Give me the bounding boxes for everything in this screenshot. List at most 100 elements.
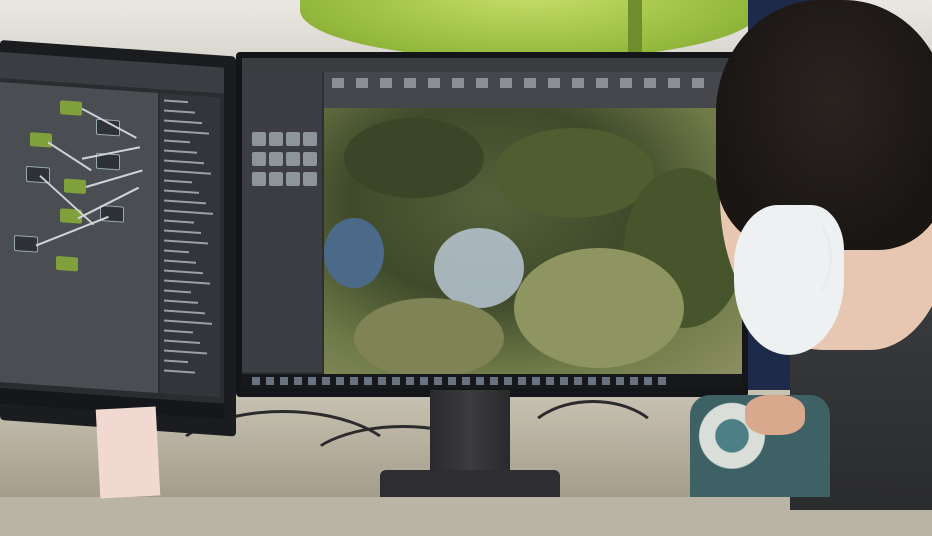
taskbar-icon — [448, 377, 456, 385]
taskbar-icon — [364, 377, 372, 385]
content-tile — [269, 172, 283, 186]
center-taskbar — [242, 374, 742, 388]
content-tile — [286, 172, 300, 186]
ground — [354, 298, 504, 378]
panel-row — [164, 119, 202, 125]
panel-row — [164, 129, 209, 135]
toolbar-icon — [524, 78, 536, 88]
panel-row — [164, 109, 195, 114]
foliage — [494, 128, 654, 218]
taskbar-icon — [420, 377, 428, 385]
toolbar-icon — [380, 78, 392, 88]
monitor-stand-base — [380, 470, 560, 497]
content-tile — [303, 152, 317, 166]
toolbar-icon — [404, 78, 416, 88]
toolbar-icon — [596, 78, 608, 88]
node-graph — [0, 82, 158, 394]
taskbar-icon — [350, 377, 358, 385]
toolbar-icon — [452, 78, 464, 88]
content-tile — [303, 132, 317, 146]
toolbar-icon — [620, 78, 632, 88]
toolbar-icon — [476, 78, 488, 88]
taskbar-icon — [490, 377, 498, 385]
toolbar-icon — [572, 78, 584, 88]
toolbar-icon — [428, 78, 440, 88]
person-hand — [745, 395, 805, 435]
taskbar-icon — [602, 377, 610, 385]
content-tile — [286, 132, 300, 146]
panel-row — [164, 329, 193, 334]
taskbar-icon — [504, 377, 512, 385]
graph-node — [60, 100, 82, 116]
panel-row — [164, 219, 194, 224]
panel-row — [164, 239, 208, 245]
panel-row — [164, 309, 205, 315]
panel-row — [164, 359, 188, 364]
taskbar-icon — [476, 377, 484, 385]
taskbar-icon — [462, 377, 470, 385]
content-tile — [252, 132, 266, 146]
content-browser-panel — [242, 72, 322, 372]
toolbar-icon — [668, 78, 680, 88]
taskbar-icon — [266, 377, 274, 385]
panel-row — [164, 249, 189, 254]
toolbar-icon — [332, 78, 344, 88]
panel-row — [164, 289, 191, 294]
panel-row — [164, 229, 201, 235]
center-monitor-screen — [242, 58, 742, 388]
panel-row — [164, 179, 192, 184]
content-tile — [269, 132, 283, 146]
taskbar-icon — [574, 377, 582, 385]
taskbar-icon — [308, 377, 316, 385]
panel-row — [164, 159, 204, 165]
lamp-stem — [628, 0, 642, 58]
panel-row — [164, 299, 198, 304]
face-mask-strap — [780, 215, 832, 301]
panel-row — [164, 169, 211, 175]
panel-row — [164, 259, 196, 264]
panel-row — [164, 319, 212, 325]
graph-node — [64, 178, 86, 195]
graph-wire — [85, 169, 143, 188]
level-viewport — [324, 108, 742, 378]
taskbar-icon — [434, 377, 442, 385]
taskbar-icon — [658, 377, 666, 385]
foliage — [344, 118, 484, 198]
taskbar-icon — [630, 377, 638, 385]
sticky-note — [95, 406, 161, 499]
taskbar-icon — [392, 377, 400, 385]
taskbar-icon — [280, 377, 288, 385]
panel-row — [164, 199, 206, 205]
panel-row — [164, 209, 213, 215]
grass-clearing — [514, 248, 684, 368]
taskbar-icon — [294, 377, 302, 385]
toolbar-icon — [548, 78, 560, 88]
taskbar-icon — [560, 377, 568, 385]
left-monitor-screen — [0, 52, 224, 420]
content-tile — [252, 172, 266, 186]
panel-row — [164, 189, 199, 194]
taskbar-icon — [644, 377, 652, 385]
taskbar-icon — [532, 377, 540, 385]
center-monitor — [236, 52, 748, 397]
taskbar-icon — [616, 377, 624, 385]
panel-row — [164, 339, 200, 344]
details-panel — [160, 93, 220, 398]
editor-toolbar — [324, 72, 742, 108]
panel-row — [164, 349, 207, 355]
content-tile — [286, 152, 300, 166]
toolbar-icon — [356, 78, 368, 88]
taskbar-icon — [406, 377, 414, 385]
graph-node — [30, 132, 52, 148]
toolbar-icon — [644, 78, 656, 88]
taskbar-icon — [252, 377, 260, 385]
toolbar-icon — [500, 78, 512, 88]
toolbar-icon — [692, 78, 704, 88]
left-monitor — [0, 40, 236, 437]
taskbar-icon — [518, 377, 526, 385]
taskbar-icon — [588, 377, 596, 385]
panel-row — [164, 369, 195, 374]
content-tile — [303, 172, 317, 186]
taskbar-icon — [378, 377, 386, 385]
panel-row — [164, 149, 197, 154]
